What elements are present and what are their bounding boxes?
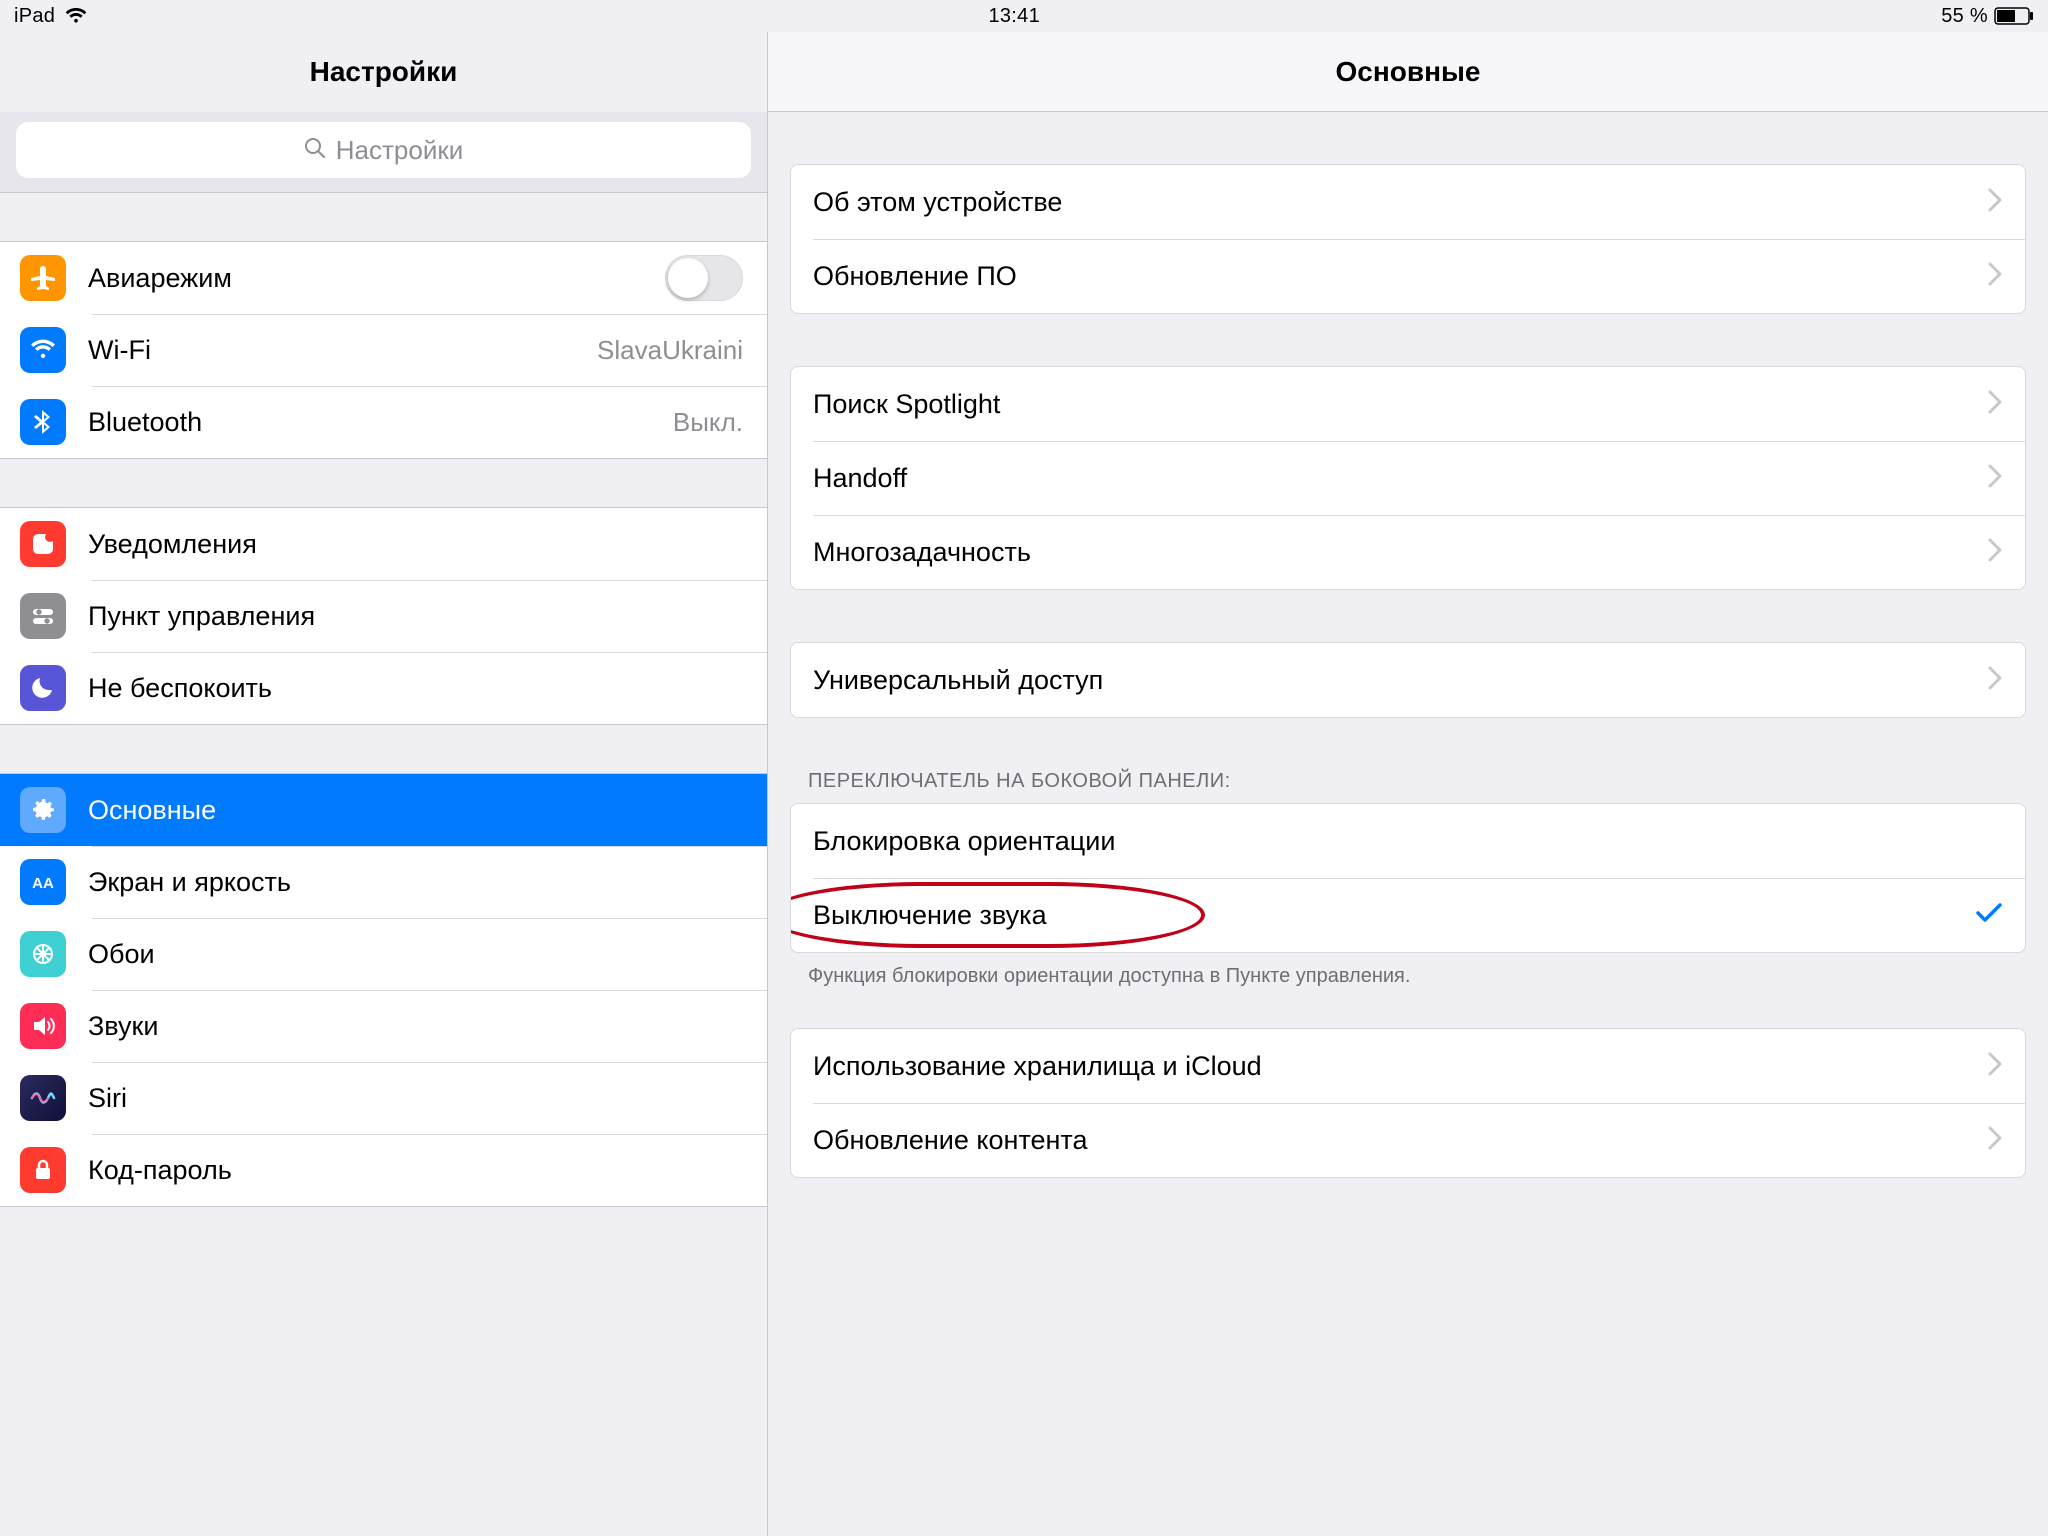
- sidebar-item-wifi[interactable]: Wi-Fi SlavaUkraini: [0, 314, 767, 386]
- status-time: 13:41: [988, 5, 1040, 28]
- sounds-icon: [20, 1003, 66, 1049]
- chevron-right-icon: [1987, 1051, 2003, 1082]
- chevron-right-icon: [1987, 389, 2003, 420]
- row-label: Об этом устройстве: [813, 187, 1987, 218]
- row-storage[interactable]: Использование хранилища и iCloud: [791, 1029, 2025, 1103]
- sidebar-item-siri[interactable]: Siri: [0, 1062, 767, 1134]
- section-footer-side-switch: Функция блокировки ориентации доступна в…: [768, 953, 2048, 988]
- chevron-right-icon: [1987, 1125, 2003, 1156]
- row-label: Блокировка ориентации: [813, 826, 2003, 857]
- wifi-icon: [65, 8, 87, 24]
- airplane-icon: [20, 255, 66, 301]
- notifications-icon: [20, 521, 66, 567]
- chevron-right-icon: [1987, 463, 2003, 494]
- bluetooth-icon: [20, 399, 66, 445]
- chevron-right-icon: [1987, 261, 2003, 292]
- gear-icon: [20, 787, 66, 833]
- search-input[interactable]: Настройки: [16, 122, 751, 178]
- wifi-icon: [20, 327, 66, 373]
- sidebar-item-display[interactable]: AA Экран и яркость: [0, 846, 767, 918]
- sidebar-item-label: Звуки: [88, 1011, 743, 1042]
- sidebar-item-label: Не беспокоить: [88, 673, 743, 704]
- row-label: Многозадачность: [813, 537, 1987, 568]
- sidebar-item-bluetooth[interactable]: Bluetooth Выкл.: [0, 386, 767, 458]
- sidebar-item-label: Обои: [88, 939, 743, 970]
- row-label: Использование хранилища и iCloud: [813, 1051, 1987, 1082]
- device-label: iPad: [14, 5, 55, 28]
- row-background-refresh[interactable]: Обновление контента: [791, 1103, 2025, 1177]
- search-icon: [304, 135, 326, 166]
- sidebar-title: Настройки: [310, 56, 458, 88]
- sidebar-item-control-center[interactable]: Пункт управления: [0, 580, 767, 652]
- row-multitasking[interactable]: Многозадачность: [791, 515, 2025, 589]
- sidebar-item-airplane[interactable]: Авиарежим: [0, 242, 767, 314]
- row-label: Обновление ПО: [813, 261, 1987, 292]
- sidebar-item-wallpaper[interactable]: Обои: [0, 918, 767, 990]
- row-label: Handoff: [813, 463, 1987, 494]
- sidebar-item-general[interactable]: Основные: [0, 774, 767, 846]
- battery-icon: [1994, 7, 2034, 25]
- lock-icon: [20, 1147, 66, 1193]
- bluetooth-value: Выкл.: [673, 407, 743, 438]
- content-title: Основные: [1336, 56, 1481, 88]
- display-icon: AA: [20, 859, 66, 905]
- sidebar-item-passcode[interactable]: Код-пароль: [0, 1134, 767, 1206]
- sidebar-item-do-not-disturb[interactable]: Не беспокоить: [0, 652, 767, 724]
- siri-icon: [20, 1075, 66, 1121]
- sidebar-item-label: Bluetooth: [88, 407, 673, 438]
- row-label: Поиск Spotlight: [813, 389, 1987, 420]
- sidebar-header: Настройки: [0, 32, 767, 112]
- row-label: Обновление контента: [813, 1125, 1987, 1156]
- battery-percent: 55 %: [1941, 5, 1988, 28]
- search-placeholder: Настройки: [336, 135, 464, 166]
- checkmark-icon: [1975, 902, 2003, 929]
- sidebar-item-label: Wi-Fi: [88, 335, 597, 366]
- status-bar: iPad 13:41 55 %: [0, 0, 2048, 32]
- chevron-right-icon: [1987, 537, 2003, 568]
- row-label: Универсальный доступ: [813, 665, 1987, 696]
- sidebar-item-label: Код-пароль: [88, 1155, 743, 1186]
- sidebar-item-sounds[interactable]: Звуки: [0, 990, 767, 1062]
- sidebar-item-label: Экран и яркость: [88, 867, 743, 898]
- row-about[interactable]: Об этом устройстве: [791, 165, 2025, 239]
- wifi-value: SlavaUkraini: [597, 335, 743, 366]
- settings-sidebar: Настройки Настройки Авиарежим: [0, 32, 768, 1536]
- sidebar-item-label: Уведомления: [88, 529, 743, 560]
- sidebar-item-notifications[interactable]: Уведомления: [0, 508, 767, 580]
- row-spotlight[interactable]: Поиск Spotlight: [791, 367, 2025, 441]
- wallpaper-icon: [20, 931, 66, 977]
- sidebar-item-label: Siri: [88, 1083, 743, 1114]
- chevron-right-icon: [1987, 187, 2003, 218]
- content-header: Основные: [768, 32, 2048, 112]
- airplane-toggle[interactable]: [665, 255, 743, 301]
- content-pane: Основные Об этом устройстве Обновление П…: [768, 32, 2048, 1536]
- sidebar-item-label: Авиарежим: [88, 263, 665, 294]
- row-handoff[interactable]: Handoff: [791, 441, 2025, 515]
- chevron-right-icon: [1987, 665, 2003, 696]
- row-mute[interactable]: Выключение звука: [791, 878, 2025, 952]
- row-accessibility[interactable]: Универсальный доступ: [791, 643, 2025, 717]
- row-software-update[interactable]: Обновление ПО: [791, 239, 2025, 313]
- sidebar-item-label: Основные: [88, 795, 743, 826]
- sidebar-item-label: Пункт управления: [88, 601, 743, 632]
- section-header-side-switch: ПЕРЕКЛЮЧАТЕЛЬ НА БОКОВОЙ ПАНЕЛИ:: [768, 770, 2048, 803]
- svg-text:AA: AA: [32, 875, 54, 892]
- control-center-icon: [20, 593, 66, 639]
- row-lock-rotation[interactable]: Блокировка ориентации: [791, 804, 2025, 878]
- do-not-disturb-icon: [20, 665, 66, 711]
- row-label: Выключение звука: [813, 900, 1975, 931]
